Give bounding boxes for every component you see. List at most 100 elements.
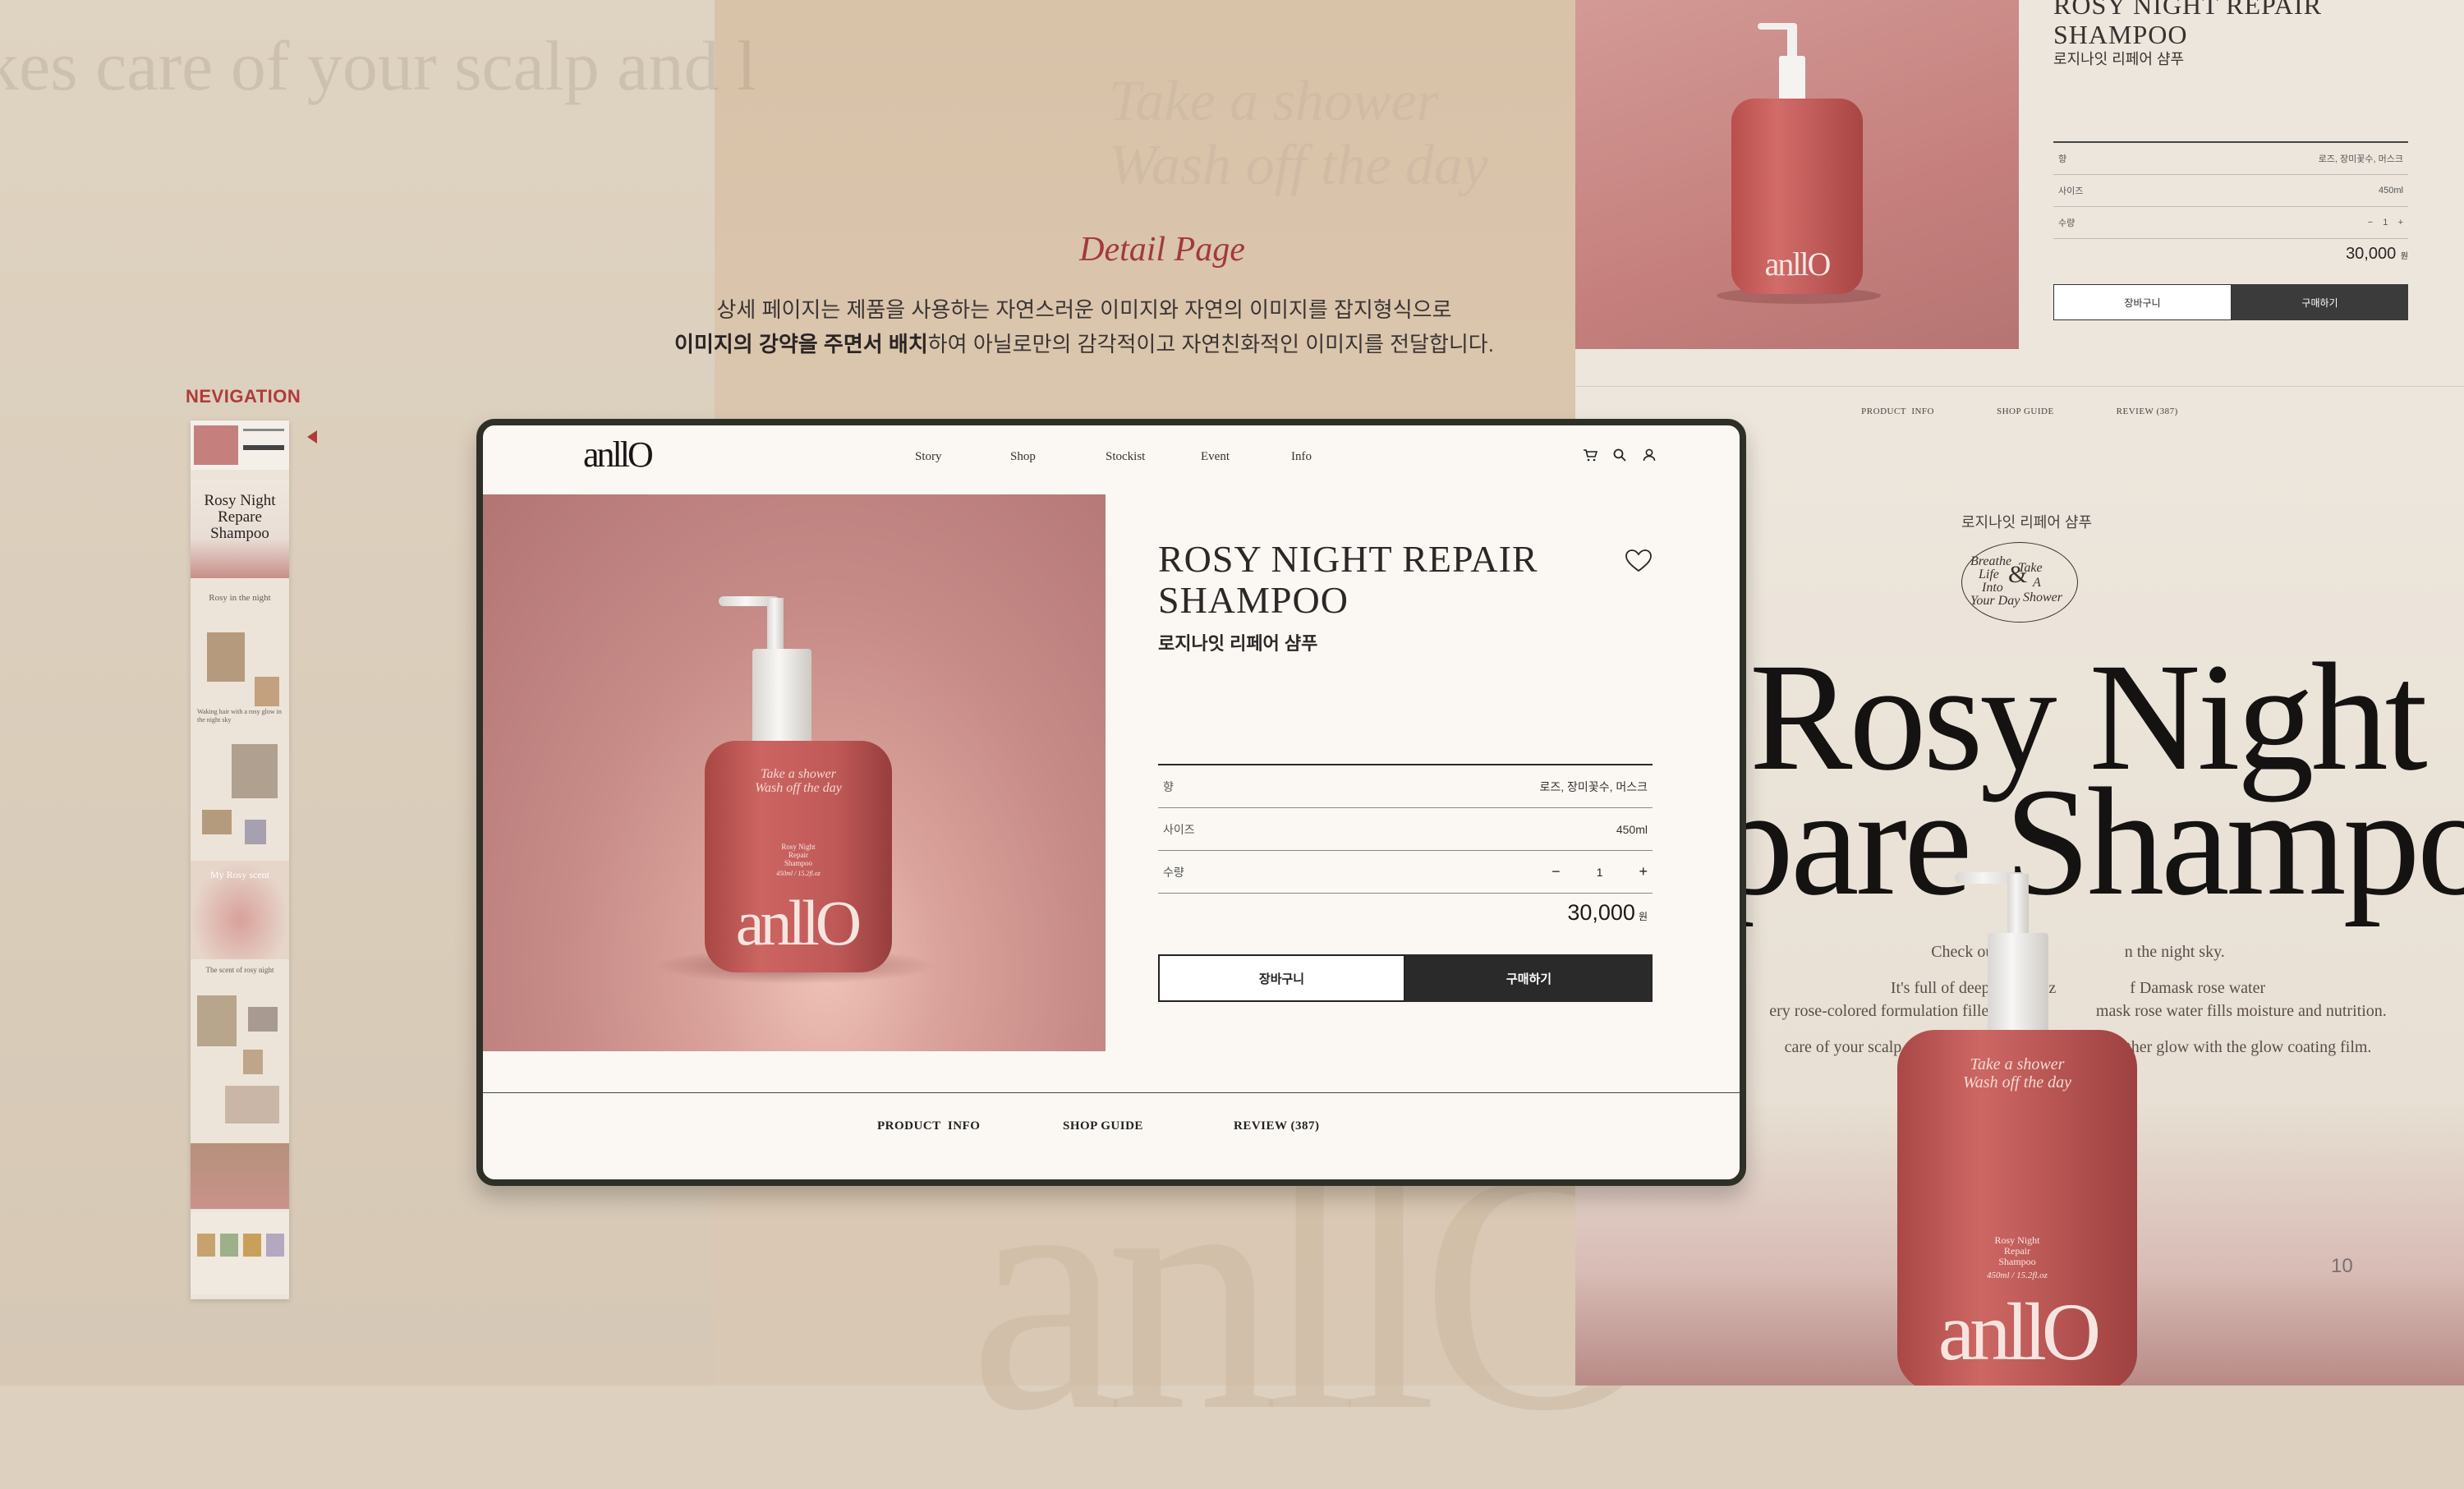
bottle-label: Rosy Night xyxy=(781,843,816,851)
editorial-bottle-label: Repair xyxy=(2004,1245,2030,1257)
spec-label: 사이즈 xyxy=(1163,822,1195,836)
right-preview-bottle: anllO xyxy=(1717,23,1881,304)
thumb-header xyxy=(191,421,289,470)
right-preview-title-line: SHAMPOO xyxy=(2053,20,2188,49)
bottle-slogan: Wash off the day xyxy=(755,781,843,795)
main-navigation: Story Shop Stockist Event Info xyxy=(915,450,1340,464)
editorial-bottle-label: Rosy Night xyxy=(1994,1234,2040,1246)
product-bottle: Take a shower Wash off the day Rosy Nigh… xyxy=(655,596,935,984)
bottle-label: Repair xyxy=(788,851,808,859)
quantity-value[interactable]: 1 xyxy=(1597,866,1603,879)
editorial-bottle-slogan: Take a shower xyxy=(1970,1055,2065,1073)
badge-word: Breathe xyxy=(1970,554,2012,568)
thumb-footer xyxy=(191,1212,289,1294)
right-buy-button[interactable]: 구매하기 xyxy=(2232,284,2408,320)
product-spec-table: 향 로즈, 장미꽃수, 머스크 사이즈 450ml 수량 − 1 + xyxy=(1158,764,1653,894)
product-title: ROSY NIGHT REPAIR SHAMPOO xyxy=(1158,539,1538,621)
right-preview-spec-table: 향 로즈, 장미꽃수, 머스크 사이즈 450ml 수량 − 1 + xyxy=(2053,141,2408,239)
nav-stockist[interactable]: Stockist xyxy=(1106,450,1201,464)
right-quantity-stepper[interactable]: − 1 + xyxy=(2368,218,2403,227)
user-icon[interactable] xyxy=(1641,447,1657,463)
product-detail-window: anllO Story Shop Stockist Event Info Tak… xyxy=(476,419,1746,1186)
thumb-photos-3 xyxy=(191,995,289,1151)
editorial-badge: Breathe Life Into Your Day Take A Shower… xyxy=(1961,542,2078,623)
page-number: 10 xyxy=(2331,1255,2353,1277)
navigation-pointer-icon xyxy=(307,430,317,443)
spec-row-scent: 향 로즈, 장미꽃수, 머스크 xyxy=(1158,765,1653,808)
header-icons xyxy=(1582,447,1657,463)
nav-story[interactable]: Story xyxy=(915,450,1010,464)
right-preview-price: 30,000 원 xyxy=(2053,245,2408,264)
purchase-buttons: 장바구니 구매하기 xyxy=(1158,954,1653,1002)
ghost-headline: kes care of your scalp and l xyxy=(0,26,756,105)
product-korean-name: 로지나잇 리페어 샴푸 xyxy=(1158,633,1318,654)
spec-value: 450ml xyxy=(1616,822,1648,836)
right-spec-row: 수량 − 1 + xyxy=(2053,207,2408,239)
right-preview-title-line: ROSY NIGHT REPAIR xyxy=(2053,0,2322,20)
badge-word: A xyxy=(2033,576,2041,590)
ghost-slogan: Take a shower Wash off the day xyxy=(1109,70,1488,198)
bottle-label: Shampoo xyxy=(784,859,813,867)
spec-label: 수량 xyxy=(1163,865,1184,879)
nav-event[interactable]: Event xyxy=(1201,450,1291,464)
cart-icon[interactable] xyxy=(1582,447,1598,463)
description-line-2: 이미지의 강약을 주면서 배치하여 아닐로만의 감각적이고 자연친화적인 이미지… xyxy=(624,327,1544,361)
thumb-caption: Waking hair with a rosy glow in the nigh… xyxy=(197,708,282,724)
product-photo: Take a shower Wash off the day Rosy Nigh… xyxy=(483,494,1106,1051)
editorial-bottle-logo: anllO xyxy=(1938,1286,2099,1377)
right-tab-product-info[interactable]: PRODUCT INFO xyxy=(1861,407,1934,416)
right-spec-label: 수량 xyxy=(2058,218,2076,228)
quantity-stepper: − 1 + xyxy=(1551,863,1648,880)
right-spec-value: 로즈, 장미꽃수, 머스크 xyxy=(2318,154,2403,164)
right-cart-button[interactable]: 장바구니 xyxy=(2053,284,2232,320)
bottle-slogan: Take a shower xyxy=(761,767,837,781)
right-spec-label: 향 xyxy=(2058,154,2067,164)
badge-word: Into xyxy=(1982,581,2003,595)
search-icon[interactable] xyxy=(1611,447,1628,463)
right-tab-shop-guide[interactable]: SHOP GUIDE xyxy=(1997,407,2054,416)
editorial-bottle-slogan: Wash off the day xyxy=(1963,1073,2071,1091)
spec-row-quantity: 수량 − 1 + xyxy=(1158,851,1653,894)
thumb-hero: Rosy Night Repare Shampoo xyxy=(191,480,289,578)
spec-label: 향 xyxy=(1163,779,1174,793)
thumb-product-banner xyxy=(191,1143,289,1209)
badge-word: Your Day xyxy=(1970,594,2020,608)
brand-logo[interactable]: anllO xyxy=(583,434,654,476)
quantity-increase-button[interactable]: + xyxy=(1639,863,1648,880)
description-rest: 하여 아닐로만의 감각적이고 자연친화적인 이미지를 전달합니다. xyxy=(927,332,1494,356)
add-to-cart-button[interactable]: 장바구니 xyxy=(1158,954,1405,1002)
editorial-bottle: Take a shower Wash off the day Rosy Nigh… xyxy=(1897,872,2137,1386)
nav-info[interactable]: Info xyxy=(1291,450,1340,464)
product-price: 30,000 원 xyxy=(1158,900,1648,926)
ghost-slogan-line: Take a shower xyxy=(1109,70,1439,133)
buy-now-button[interactable]: 구매하기 xyxy=(1405,954,1653,1002)
tab-shop-guide[interactable]: SHOP GUIDE xyxy=(1063,1119,1143,1133)
right-spec-row: 사이즈 450ml xyxy=(2053,175,2408,207)
tab-product-info[interactable]: PRODUCT INFO xyxy=(877,1119,980,1133)
ghost-slogan-line: Wash off the day xyxy=(1109,134,1489,197)
product-tabs: PRODUCT INFO SHOP GUIDE REVIEW (387) xyxy=(483,1092,1740,1167)
badge-word: Life xyxy=(1979,568,1999,581)
editorial-korean-name: 로지나잇 리페어 샴푸 xyxy=(1961,514,2093,531)
navigation-thumbnail-strip[interactable]: Rosy Night Repare Shampoo Rosy in the ni… xyxy=(191,421,289,1299)
thumb-scent-title: The scent of rosy night xyxy=(205,966,274,974)
wishlist-heart-icon[interactable] xyxy=(1625,549,1653,573)
navigation-label: NEVIGATION xyxy=(186,386,301,407)
right-tab-review[interactable]: REVIEW (387) xyxy=(2117,407,2178,416)
spec-value: 로즈, 장미꽃수, 머스크 xyxy=(1539,779,1648,793)
right-spec-row: 향 로즈, 장미꽃수, 머스크 xyxy=(2053,143,2408,175)
thumb-photos-2 xyxy=(191,741,289,864)
right-preview-korean-name: 로지나잇 리페어 샴푸 xyxy=(2053,51,2185,67)
bottle-logo: anllO xyxy=(736,887,860,958)
description-emphasis: 이미지의 강약을 주면서 배치 xyxy=(674,332,928,356)
right-preview-title: ROSY NIGHT REPAIR SHAMPOO xyxy=(2053,0,2322,49)
tab-review[interactable]: REVIEW (387) xyxy=(1234,1119,1319,1133)
right-price-currency: 원 xyxy=(2400,252,2408,261)
right-preview-buttons: 장바구니 구매하기 xyxy=(2053,284,2408,320)
right-preview-product-photo: anllO xyxy=(1575,0,2019,349)
nav-shop[interactable]: Shop xyxy=(1010,450,1106,464)
editorial-bottle-volume: 450ml / 15.2fl.oz xyxy=(1987,1271,2048,1280)
quantity-decrease-button[interactable]: − xyxy=(1551,863,1561,880)
price-value: 30,000 xyxy=(1567,900,1635,925)
badge-word: Shower xyxy=(2023,591,2062,604)
